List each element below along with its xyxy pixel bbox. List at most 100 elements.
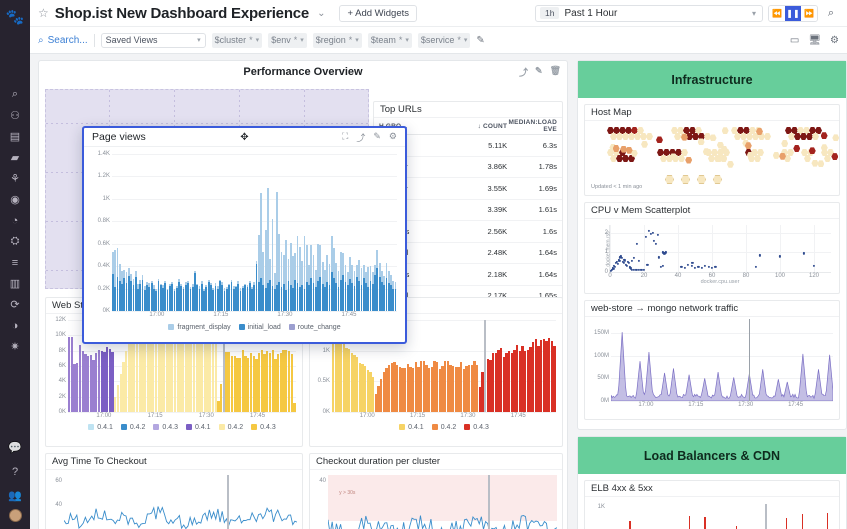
host-hexagon[interactable] xyxy=(710,134,717,141)
host-hexagon[interactable] xyxy=(754,155,761,162)
widget-avg-time-to-checkout[interactable]: Avg Time To Checkout 6040 xyxy=(45,453,303,529)
move-icon[interactable]: ✥ xyxy=(240,132,248,143)
widget-elb-errors[interactable]: ELB 4xx & 5xx 1K0.5K xyxy=(584,480,840,529)
column-header[interactable]: MEDIAN:LOAD EVE xyxy=(507,119,557,133)
legend-item[interactable]: fragment_display xyxy=(168,324,230,331)
host-hexagon[interactable] xyxy=(743,127,750,134)
team-icon[interactable]: 👥 xyxy=(0,485,30,506)
host-hexagon[interactable] xyxy=(610,155,617,162)
host-hexagon[interactable] xyxy=(683,127,690,134)
legend-item[interactable]: 0.4.3 xyxy=(251,424,276,431)
host-hexagon[interactable] xyxy=(711,149,718,156)
host-hexagon[interactable] xyxy=(815,127,822,134)
host-hexagon[interactable] xyxy=(625,127,632,134)
legend-item[interactable]: 0.4.1 xyxy=(186,424,211,431)
host-hexagon[interactable] xyxy=(663,149,670,156)
watchdog-icon[interactable]: ⚇ xyxy=(0,105,30,126)
host-hexagon[interactable] xyxy=(804,155,811,162)
host-hexagon[interactable] xyxy=(692,133,699,140)
share-icon[interactable]: ⤴ xyxy=(356,131,365,144)
step-forward-icon[interactable]: ⏩ xyxy=(801,6,817,21)
host-hexagon[interactable] xyxy=(689,127,696,134)
legend-item[interactable]: 0.4.3 xyxy=(464,424,489,431)
host-hexagon[interactable] xyxy=(811,160,818,167)
pencil-icon[interactable]: ✎ xyxy=(373,131,381,144)
dashboard-icon[interactable]: ▤ xyxy=(0,126,30,147)
alerts-icon[interactable]: ◉ xyxy=(0,189,30,210)
time-range-picker[interactable]: 1h Past 1 Hour ▾ xyxy=(535,5,763,22)
host-hexagon[interactable] xyxy=(678,155,685,162)
host-hexagon[interactable] xyxy=(731,127,738,134)
step-back-icon[interactable]: ⏪ xyxy=(769,6,785,21)
host-hexagon[interactable] xyxy=(677,127,684,134)
monitors-icon[interactable]: ◔ xyxy=(0,210,30,231)
integrations-icon[interactable]: ✷ xyxy=(0,336,30,357)
infrastructure-icon[interactable]: ⛭ xyxy=(0,231,30,252)
host-hexagon[interactable] xyxy=(675,149,682,156)
avatar[interactable] xyxy=(9,509,22,522)
host-hexagon[interactable] xyxy=(681,175,690,184)
fullscreen-icon[interactable]: ⛶ xyxy=(342,131,348,144)
logs-icon[interactable]: ≡ xyxy=(0,252,30,273)
gear-icon[interactable]: ⚙ xyxy=(389,131,397,144)
display-icon[interactable]: 🖥 xyxy=(808,35,821,46)
chevron-down-icon[interactable]: ▾ xyxy=(752,9,756,18)
host-hexagon[interactable] xyxy=(793,145,800,152)
host-hexagon[interactable] xyxy=(640,133,647,140)
notebook-icon[interactable]: ▥ xyxy=(0,273,30,294)
widget-network-traffic[interactable]: web-store → mongo network traffic 0M50M1… xyxy=(584,300,840,420)
search-icon[interactable]: ⌕ xyxy=(823,5,839,21)
pause-icon[interactable]: ❚❚ xyxy=(785,6,801,21)
legend-item[interactable]: 0.4.2 xyxy=(219,424,244,431)
host-hexagon[interactable] xyxy=(685,157,692,164)
host-hexagon[interactable] xyxy=(665,175,674,184)
host-hexagon[interactable] xyxy=(773,152,780,159)
pencil-icon[interactable]: ✎ xyxy=(476,35,484,46)
host-hexagon[interactable] xyxy=(757,149,764,156)
presentation-icon[interactable]: ▭ xyxy=(790,35,799,46)
host-hexagon[interactable] xyxy=(809,127,816,134)
host-hexagon[interactable] xyxy=(800,133,807,140)
floating-widget-page-views[interactable]: Page views ✥ ⛶ ⤴ ✎ ⚙ 0K0.2K0.4K0.6K0.8K1… xyxy=(82,126,407,344)
host-hexagon[interactable] xyxy=(695,127,702,134)
legend-item[interactable]: 0.4.2 xyxy=(432,424,457,431)
filter-chip-cluster[interactable]: $cluster*▾ xyxy=(212,33,263,48)
host-hexagon[interactable] xyxy=(746,133,753,140)
host-hexagon[interactable] xyxy=(613,127,620,134)
chevron-down-icon[interactable]: ⌄ xyxy=(317,8,325,19)
host-hexagon[interactable] xyxy=(785,127,792,134)
host-hexagon[interactable] xyxy=(622,155,629,162)
host-hexagon[interactable] xyxy=(708,155,715,162)
host-hexagon[interactable] xyxy=(821,132,828,139)
host-hexagon[interactable] xyxy=(656,136,663,143)
host-hexagon[interactable] xyxy=(634,133,641,140)
host-hexagon[interactable] xyxy=(616,155,623,162)
host-hexagon[interactable] xyxy=(788,133,795,140)
security-icon[interactable]: ◑ xyxy=(0,315,30,336)
saved-views-select[interactable]: Saved Views ▾ xyxy=(101,33,206,48)
host-hexagon[interactable] xyxy=(607,127,614,134)
host-hexagon[interactable] xyxy=(797,127,804,134)
metrics-icon[interactable]: ▰ xyxy=(0,147,30,168)
chat-icon[interactable]: 💬 xyxy=(0,437,30,458)
host-hexagon[interactable] xyxy=(740,133,747,140)
legend-item[interactable]: 0.4.3 xyxy=(153,424,178,431)
host-hexagon[interactable] xyxy=(764,133,771,140)
host-hexagon[interactable] xyxy=(812,133,819,140)
host-hexagon[interactable] xyxy=(619,127,626,134)
legend-item[interactable]: route_change xyxy=(289,324,341,331)
host-hexagon[interactable] xyxy=(622,133,629,140)
host-hexagon[interactable] xyxy=(704,133,711,140)
filter-chip-service[interactable]: $service*▾ xyxy=(418,33,471,48)
pencil-icon[interactable]: ✎ xyxy=(535,66,543,79)
host-hexagon[interactable] xyxy=(749,127,756,134)
host-hexagon[interactable] xyxy=(801,149,808,156)
host-hexagon[interactable] xyxy=(631,127,638,134)
host-hexagon[interactable] xyxy=(674,133,681,140)
host-hexagon[interactable] xyxy=(803,127,810,134)
synthetics-icon[interactable]: ⟳ xyxy=(0,294,30,315)
filter-chip-env[interactable]: $env*▾ xyxy=(268,33,307,48)
host-hexagon[interactable] xyxy=(737,127,744,134)
search-input[interactable]: ⌕ Search... xyxy=(38,35,88,46)
column-header[interactable]: ↓ COUNT xyxy=(457,123,507,130)
